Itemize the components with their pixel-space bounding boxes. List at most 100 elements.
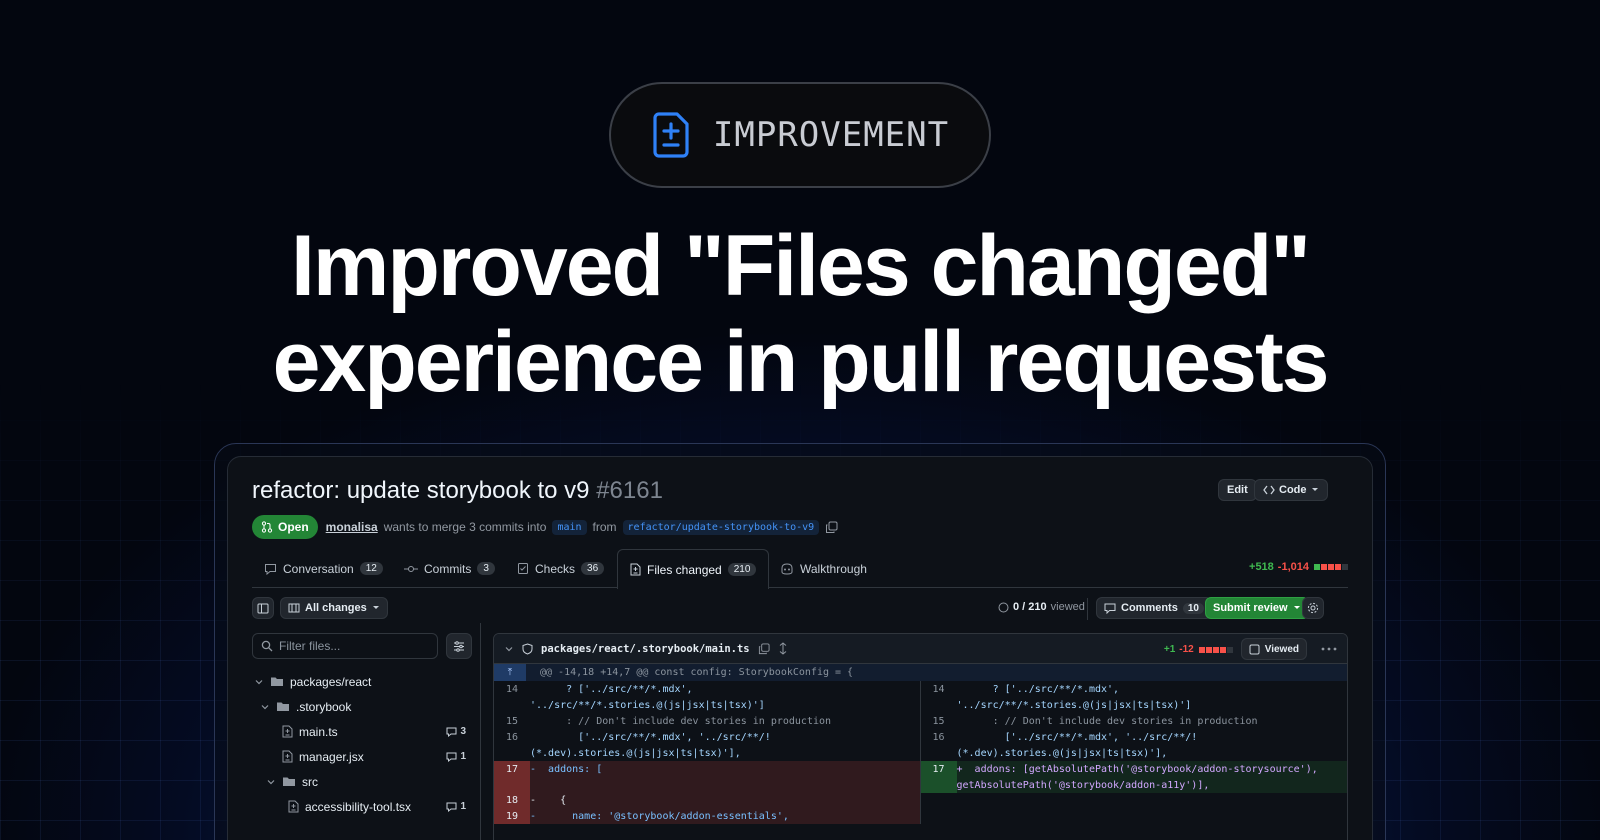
divider bbox=[1087, 598, 1088, 620]
diff-line-added: 17+ addons: [getAbsolutePath('@storybook… bbox=[921, 761, 1348, 777]
gear-icon bbox=[1307, 602, 1319, 614]
code-button[interactable]: Code bbox=[1254, 479, 1328, 501]
tree-item-main-ts[interactable]: main.ts 3 bbox=[252, 719, 472, 744]
checklist-icon bbox=[517, 562, 529, 575]
chevron-down-icon bbox=[260, 702, 270, 712]
tab-checks[interactable]: Checks 36 bbox=[517, 549, 604, 588]
pr-tabs: Conversation 12 Commits 3 Checks 36 File… bbox=[252, 549, 1348, 588]
viewed-progress: 0 / 210 viewed bbox=[998, 601, 1085, 613]
tab-commits[interactable]: Commits 3 bbox=[404, 549, 495, 588]
status-badge: Open bbox=[252, 515, 318, 539]
chevron-down-icon bbox=[1293, 605, 1301, 611]
filter-options-button[interactable] bbox=[446, 633, 472, 659]
shield-icon bbox=[522, 643, 533, 655]
tab-files-changed[interactable]: Files changed 210 bbox=[617, 549, 769, 589]
comment-count-value: 1 bbox=[460, 751, 466, 762]
split-diff: 14 ? ['../src/**/*.mdx', '../src/**/*.st… bbox=[494, 681, 1347, 824]
diff-line: 15 : // Don't include dev stories in pro… bbox=[921, 713, 1348, 729]
tab-label: Commits bbox=[424, 562, 471, 576]
comment-icon bbox=[446, 727, 457, 737]
diff-line-added: getAbsolutePath('@storybook/addon-a11y')… bbox=[921, 777, 1348, 793]
diff-line: 14 ? ['../src/**/*.mdx', bbox=[921, 681, 1348, 697]
file-diff-icon bbox=[282, 725, 293, 738]
tree-item-accessibility-tool[interactable]: accessibility-tool.tsx 1 bbox=[252, 794, 472, 819]
comment-count: 1 bbox=[446, 751, 466, 762]
checkbox-icon bbox=[1249, 644, 1260, 655]
chevron-down-icon bbox=[266, 777, 276, 787]
panel-divider bbox=[480, 623, 481, 840]
tab-walkthrough[interactable]: Walkthrough bbox=[780, 549, 867, 588]
folder-icon bbox=[276, 701, 290, 712]
tab-conversation[interactable]: Conversation 12 bbox=[264, 549, 383, 588]
tab-label: Checks bbox=[535, 562, 575, 576]
commit-icon bbox=[404, 564, 418, 574]
file-additions: +1 bbox=[1164, 644, 1175, 655]
tree-item-label: .storybook bbox=[296, 700, 351, 714]
expand-up-icon[interactable]: ⤒ bbox=[494, 664, 526, 681]
code-icon bbox=[1263, 485, 1275, 495]
hunk-header: ⤒ @@ -14,18 +14,7 @@ const config: Story… bbox=[494, 664, 1347, 681]
chevron-down-icon[interactable] bbox=[504, 644, 514, 654]
tab-count: 36 bbox=[581, 562, 604, 575]
base-branch[interactable]: main bbox=[552, 520, 586, 535]
comment-count: 3 bbox=[446, 726, 466, 737]
merge-text: wants to merge 3 commits into bbox=[384, 520, 547, 534]
viewed-checkbox[interactable]: Viewed bbox=[1241, 638, 1307, 660]
tree-item-storybook[interactable]: .storybook bbox=[252, 694, 472, 719]
file-deletions: -12 bbox=[1179, 644, 1193, 655]
tab-count: 12 bbox=[360, 562, 383, 575]
tree-item-packages-react[interactable]: packages/react bbox=[252, 669, 472, 694]
kebab-icon[interactable] bbox=[1321, 647, 1337, 651]
file-tree-panel: Filter files... packages/react .storyboo… bbox=[252, 633, 472, 840]
pull-request-icon bbox=[261, 521, 273, 533]
diff-line: 15 : // Don't include dev stories in pro… bbox=[494, 713, 920, 729]
tab-count: 3 bbox=[477, 562, 495, 575]
diff-line: 16 ['../src/**/*.mdx', '../src/**/! bbox=[494, 729, 920, 745]
diff-line-deleted: 18- { bbox=[494, 792, 920, 808]
comment-count-value: 1 bbox=[460, 801, 466, 812]
pr-title: refactor: update storybook to v9 bbox=[252, 477, 590, 504]
improvement-badge: IMPROVEMENT bbox=[609, 82, 991, 188]
tree-item-manager-jsx[interactable]: manager.jsx 1 bbox=[252, 744, 472, 769]
viewed-count: 0 / 210 bbox=[1013, 601, 1047, 613]
expand-icon[interactable] bbox=[778, 642, 788, 655]
diff-line-deleted bbox=[494, 777, 920, 792]
toggle-sidebar-button[interactable] bbox=[252, 597, 274, 619]
viewed-label: viewed bbox=[1051, 601, 1085, 613]
all-changes-label: All changes bbox=[305, 602, 367, 614]
file-tree: packages/react .storybook main.ts 3 mana… bbox=[252, 669, 472, 819]
submit-label: Submit review bbox=[1213, 602, 1288, 614]
tree-item-src[interactable]: src bbox=[252, 769, 472, 794]
viewed-label: Viewed bbox=[1265, 644, 1299, 655]
diff-line: (*.dev).stories.@(js|jsx|ts|tsx)'], bbox=[921, 745, 1348, 761]
circle-icon bbox=[998, 602, 1009, 613]
author-link[interactable]: monalisa bbox=[326, 520, 378, 534]
file-path[interactable]: packages/react/.storybook/main.ts bbox=[541, 643, 750, 655]
diff-left-side: 14 ? ['../src/**/*.mdx', '../src/**/*.st… bbox=[494, 681, 921, 824]
copy-icon[interactable] bbox=[758, 643, 770, 655]
diff-line: 14 ? ['../src/**/*.mdx', bbox=[494, 681, 920, 697]
copy-icon[interactable] bbox=[825, 521, 838, 534]
page-title: refactor: update storybook to v9 #6161 bbox=[252, 477, 663, 505]
head-branch[interactable]: refactor/update-storybook-to-v9 bbox=[623, 520, 820, 535]
filter-files-input[interactable]: Filter files... bbox=[252, 633, 438, 659]
diff-line: 16 ['../src/**/*.mdx', '../src/**/! bbox=[921, 729, 1348, 745]
badge-label: IMPROVEMENT bbox=[713, 115, 949, 155]
comments-button[interactable]: Comments 10 bbox=[1096, 597, 1212, 619]
sliders-icon bbox=[453, 641, 465, 652]
pull-request-window: refactor: update storybook to v9 #6161 E… bbox=[227, 456, 1373, 840]
tab-label: Conversation bbox=[283, 562, 354, 576]
columns-icon bbox=[288, 603, 300, 613]
all-changes-dropdown[interactable]: All changes bbox=[280, 597, 388, 619]
submit-review-button[interactable]: Submit review bbox=[1205, 597, 1309, 619]
diff-line: '../src/**/*.stories.@(js|jsx|ts|tsx)'] bbox=[494, 697, 920, 713]
tab-label: Files changed bbox=[647, 563, 722, 577]
file-actions: +1 -12 Viewed bbox=[1164, 638, 1337, 660]
tree-item-label: manager.jsx bbox=[299, 750, 364, 764]
sidebar-icon bbox=[257, 603, 269, 614]
edit-button[interactable]: Edit bbox=[1218, 479, 1257, 501]
file-diffstat-bar bbox=[1198, 640, 1233, 658]
file-header: packages/react/.storybook/main.ts +1 -12… bbox=[494, 634, 1347, 664]
pr-diffstat: +518 -1,014 bbox=[1249, 561, 1348, 573]
settings-button[interactable] bbox=[1302, 597, 1324, 619]
